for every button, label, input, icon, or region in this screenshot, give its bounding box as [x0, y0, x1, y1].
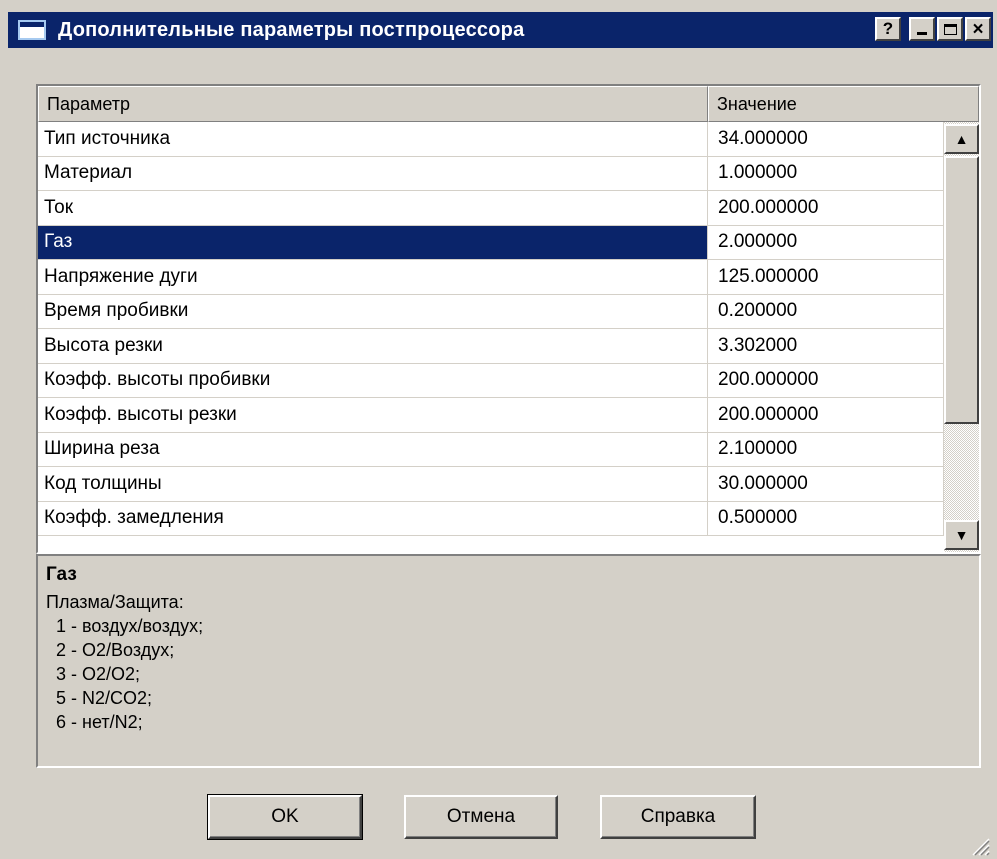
table-row[interactable]: Ток 200.000000	[38, 191, 944, 226]
dialog-window: Дополнительные параметры постпроцессора …	[8, 12, 993, 859]
param-name-cell[interactable]: Материал	[38, 156, 708, 191]
window-icon	[18, 20, 46, 40]
param-value-cell[interactable]: 3.302000	[708, 329, 944, 364]
help-title-button[interactable]: ?	[875, 17, 901, 41]
param-value-cell[interactable]: 200.000000	[708, 191, 944, 226]
description-line: 2 - O2/Воздух;	[46, 640, 175, 660]
grid-header: Параметр Значение	[38, 86, 979, 122]
param-name-cell[interactable]: Газ	[38, 225, 708, 260]
arrow-up-icon: ▲	[954, 131, 969, 147]
grid-rows: Тип источника 34.000000 Материал 1.000000 То…	[38, 122, 944, 536]
description-text: Плазма/Защита: 1 - воздух/воздух; 2 - O2…	[46, 590, 971, 734]
table-row[interactable]: Материал 1.000000	[38, 156, 944, 191]
table-row[interactable]: Код толщины 30.000000	[38, 467, 944, 502]
help-icon: ?	[882, 19, 894, 38]
param-name-cell[interactable]: Коэфф. высоты пробивки	[38, 363, 708, 398]
table-row[interactable]: Коэфф. высоты резки 200.000000	[38, 398, 944, 433]
param-value-cell[interactable]: 200.000000	[708, 398, 944, 433]
param-value-cell[interactable]: 2.000000	[708, 225, 944, 260]
table-row[interactable]: Напряжение дуги 125.000000	[38, 260, 944, 295]
param-value-cell[interactable]: 30.000000	[708, 467, 944, 502]
param-name-cell[interactable]: Коэфф. замедления	[38, 501, 708, 536]
description-line: 1 - воздух/воздух;	[46, 616, 204, 636]
param-value-cell[interactable]: 1.000000	[708, 156, 944, 191]
param-value-cell[interactable]: 0.200000	[708, 294, 944, 329]
param-name-cell[interactable]: Ток	[38, 191, 708, 226]
table-row[interactable]: Коэфф. высоты пробивки 200.000000	[38, 363, 944, 398]
ok-button[interactable]: OK	[207, 794, 363, 840]
param-name-cell[interactable]: Высота резки	[38, 329, 708, 364]
param-name-cell[interactable]: Код толщины	[38, 467, 708, 502]
help-button[interactable]: Справка	[600, 795, 756, 839]
param-value-cell[interactable]: 200.000000	[708, 363, 944, 398]
minimize-button[interactable]	[909, 17, 935, 41]
description-line: 5 - N2/CO2;	[46, 688, 153, 708]
table-row[interactable]: Газ 2.000000	[38, 225, 944, 260]
vertical-scrollbar[interactable]: ▲ ▼	[944, 122, 979, 552]
param-value-cell[interactable]: 34.000000	[708, 122, 944, 157]
table-row[interactable]: Тип источника 34.000000	[38, 122, 944, 157]
cancel-button[interactable]: Отмена	[404, 795, 558, 839]
param-name-cell[interactable]: Время пробивки	[38, 294, 708, 329]
maximize-button[interactable]	[937, 17, 963, 41]
title-bar[interactable]: Дополнительные параметры постпроцессора …	[8, 12, 993, 48]
table-row[interactable]: Высота резки 3.302000	[38, 329, 944, 364]
scroll-thumb[interactable]	[944, 156, 979, 424]
param-value-cell[interactable]: 125.000000	[708, 260, 944, 295]
column-header-param[interactable]: Параметр	[38, 86, 708, 122]
description-line: 3 - O2/O2;	[46, 664, 141, 684]
window-title: Дополнительные параметры постпроцессора	[58, 18, 525, 41]
param-name-cell[interactable]: Тип источника	[38, 122, 708, 157]
param-value-cell[interactable]: 0.500000	[708, 501, 944, 536]
description-panel: Газ Плазма/Защита: 1 - воздух/воздух; 2 …	[36, 554, 981, 768]
description-line: 6 - нет/N2;	[46, 712, 143, 732]
arrow-down-icon: ▼	[954, 527, 969, 543]
description-line: Плазма/Защита:	[46, 592, 184, 612]
description-title: Газ	[46, 564, 77, 585]
scroll-up-button[interactable]: ▲	[944, 124, 979, 154]
table-row[interactable]: Ширина реза 2.100000	[38, 432, 944, 467]
parameter-grid[interactable]: Параметр Значение Тип источника 34.000000…	[36, 84, 981, 554]
column-header-value[interactable]: Значение	[708, 86, 979, 122]
param-name-cell[interactable]: Напряжение дуги	[38, 260, 708, 295]
minimize-icon	[917, 32, 927, 35]
scroll-down-button[interactable]: ▼	[944, 520, 979, 550]
close-icon: ×	[972, 18, 984, 40]
resize-grip-icon[interactable]	[967, 833, 991, 857]
param-name-cell[interactable]: Коэфф. высоты резки	[38, 398, 708, 433]
param-value-cell[interactable]: 2.100000	[708, 432, 944, 467]
close-button[interactable]: ×	[965, 17, 991, 41]
table-row[interactable]: Время пробивки 0.200000	[38, 294, 944, 329]
param-name-cell[interactable]: Ширина реза	[38, 432, 708, 467]
table-row[interactable]: Коэфф. замедления 0.500000	[38, 501, 944, 536]
maximize-icon	[943, 23, 957, 35]
